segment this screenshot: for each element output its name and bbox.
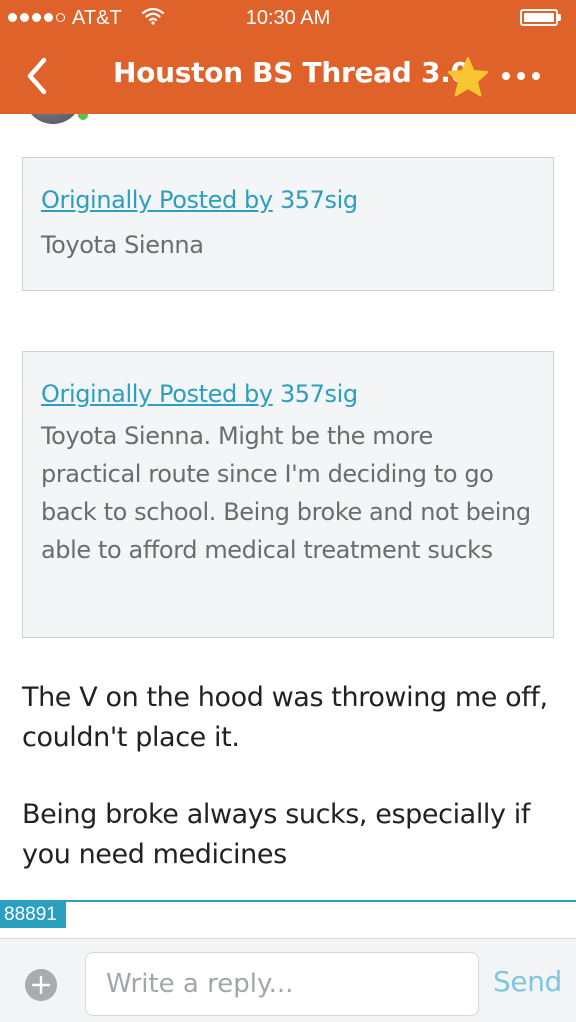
thread-title: Houston BS Thread 3.0 — [113, 56, 470, 89]
status-bar: AT&T 10:30 AM — [0, 0, 576, 38]
app-header: AT&T 10:30 AM Houston BS Thread 3.0 — [0, 0, 576, 114]
status-time: 10:30 AM — [245, 7, 331, 29]
reply-bar: Send — [0, 938, 576, 1022]
quote-block: Originally Posted by 357sig Toyota Sienn… — [22, 157, 554, 291]
post-paragraph: The V on the hood was throwing me off, c… — [22, 682, 548, 753]
post-divider — [0, 900, 576, 902]
quote-text: Toyota Sienna. Might be the more practic… — [41, 422, 531, 564]
plus-circle-icon[interactable] — [25, 969, 57, 1001]
reply-input[interactable] — [85, 952, 479, 1016]
post-paragraph: Being broke always sucks, especially if … — [22, 799, 530, 870]
quote-author-link[interactable]: 357sig — [280, 186, 358, 214]
avatar[interactable] — [24, 114, 82, 124]
originally-posted-link[interactable]: Originally Posted by — [41, 186, 273, 214]
quote-author-link[interactable]: 357sig — [280, 380, 358, 408]
send-button[interactable]: Send — [493, 965, 562, 998]
more-dots-icon[interactable] — [502, 72, 540, 80]
quote-text: Toyota Sienna — [41, 231, 204, 259]
originally-posted-link[interactable]: Originally Posted by — [41, 380, 273, 408]
back-chevron-icon[interactable] — [20, 56, 56, 96]
nav-bar: Houston BS Thread 3.0 — [0, 38, 576, 114]
star-icon[interactable] — [446, 56, 490, 98]
battery-icon — [520, 9, 558, 26]
quote-block: Originally Posted by 357sig Toyota Sienn… — [22, 351, 554, 638]
post-content: Originally Posted by 357sig Toyota Sienn… — [0, 114, 576, 900]
post-id-badge: 88891 — [0, 902, 66, 928]
battery-nub — [558, 14, 561, 21]
quote-header: Originally Posted by 357sig — [41, 186, 535, 214]
post-body: The V on the hood was throwing me off, c… — [22, 678, 558, 875]
online-status-icon — [76, 114, 90, 122]
quote-header: Originally Posted by 357sig — [41, 380, 535, 408]
